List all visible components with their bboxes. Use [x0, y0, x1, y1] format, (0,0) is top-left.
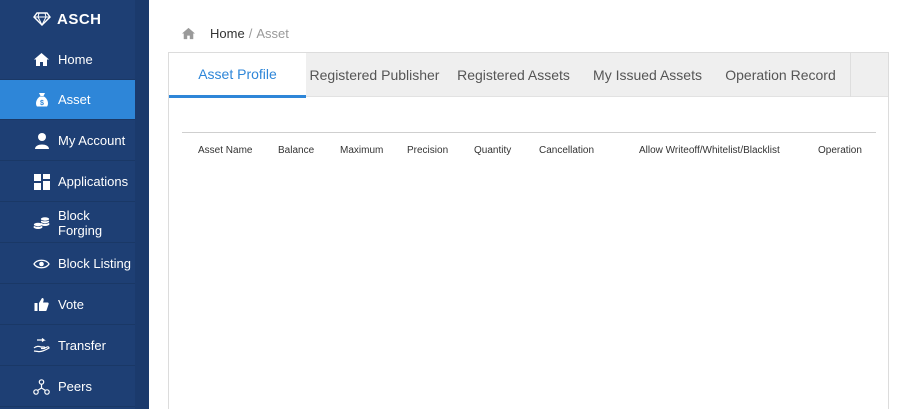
table-top-border [182, 132, 876, 133]
tab-asset-profile[interactable]: Asset Profile [169, 53, 306, 98]
sidebar-item-label: Peers [58, 379, 92, 394]
column-header-asset-name[interactable]: Asset Name [198, 145, 252, 156]
sidebar-item-home[interactable]: Home [0, 40, 135, 80]
transfer-hand-icon [33, 337, 50, 354]
sidebar-item-label: Transfer [58, 338, 106, 353]
sidebar-item-label: Vote [58, 297, 85, 312]
sidebar-item-label: Applications [58, 174, 129, 189]
column-header-maximum[interactable]: Maximum [340, 145, 383, 156]
tab-my-issued-assets[interactable]: My Issued Assets [584, 53, 711, 97]
home-icon[interactable] [181, 27, 196, 40]
column-header-allow-writeoff-whitelist-blacklist[interactable]: Allow Writeoff/Whitelist/Blacklist [639, 145, 780, 156]
coins-icon [33, 214, 50, 231]
column-header-cancellation[interactable]: Cancellation [539, 145, 594, 156]
tab-registered-publisher[interactable]: Registered Publisher [306, 53, 443, 97]
user-icon [33, 132, 50, 149]
sidebar-scroll-track [135, 0, 149, 409]
column-header-quantity[interactable]: Quantity [474, 145, 511, 156]
diamond-logo-icon [33, 12, 51, 26]
sidebar-item-asset[interactable]: $ Asset [0, 80, 135, 120]
tab-operation-record[interactable]: Operation Record [711, 53, 850, 97]
sidebar: ASCH Home $ Asset My Account Application… [0, 0, 149, 409]
sidebar-item-label: My Account [58, 133, 126, 148]
sidebar-item-label: Block Listing [58, 256, 131, 271]
brand-name: ASCH [57, 10, 102, 28]
svg-text:$: $ [40, 100, 44, 107]
sidebar-item-vote[interactable]: Vote [0, 285, 135, 325]
money-bag-icon: $ [33, 91, 50, 108]
sidebar-item-block-listing[interactable]: Block Listing [0, 244, 135, 284]
column-header-operation[interactable]: Operation [818, 145, 862, 156]
sidebar-item-applications[interactable]: Applications [0, 162, 135, 202]
tab-registered-assets[interactable]: Registered Assets [443, 53, 584, 97]
breadcrumb-home-link[interactable]: Home [210, 26, 245, 41]
tab-divider [850, 53, 851, 97]
breadcrumb: Home / Asset [181, 25, 289, 41]
sidebar-item-block-forging[interactable]: Block Forging [0, 203, 135, 243]
peers-network-icon [33, 378, 50, 395]
apps-grid-icon [33, 173, 50, 190]
sidebar-item-transfer[interactable]: Transfer [0, 326, 135, 366]
column-header-balance[interactable]: Balance [278, 145, 314, 156]
sidebar-item-label: Home [58, 52, 93, 67]
sidebar-item-label: Asset [58, 92, 91, 107]
eye-icon [33, 255, 50, 272]
sidebar-item-my-account[interactable]: My Account [0, 121, 135, 161]
sidebar-item-label: Block Forging [58, 207, 103, 238]
breadcrumb-current: Asset [256, 25, 289, 41]
asset-panel: Asset Profile Registered Publisher Regis… [168, 52, 889, 409]
brand-logo[interactable]: ASCH [33, 8, 102, 30]
home-icon [33, 51, 50, 68]
breadcrumb-separator: / [248, 25, 253, 41]
thumbs-up-icon [33, 296, 50, 313]
sidebar-item-peers[interactable]: Peers [0, 367, 135, 407]
column-header-precision[interactable]: Precision [407, 145, 448, 156]
tab-bar: Asset Profile Registered Publisher Regis… [169, 53, 888, 98]
